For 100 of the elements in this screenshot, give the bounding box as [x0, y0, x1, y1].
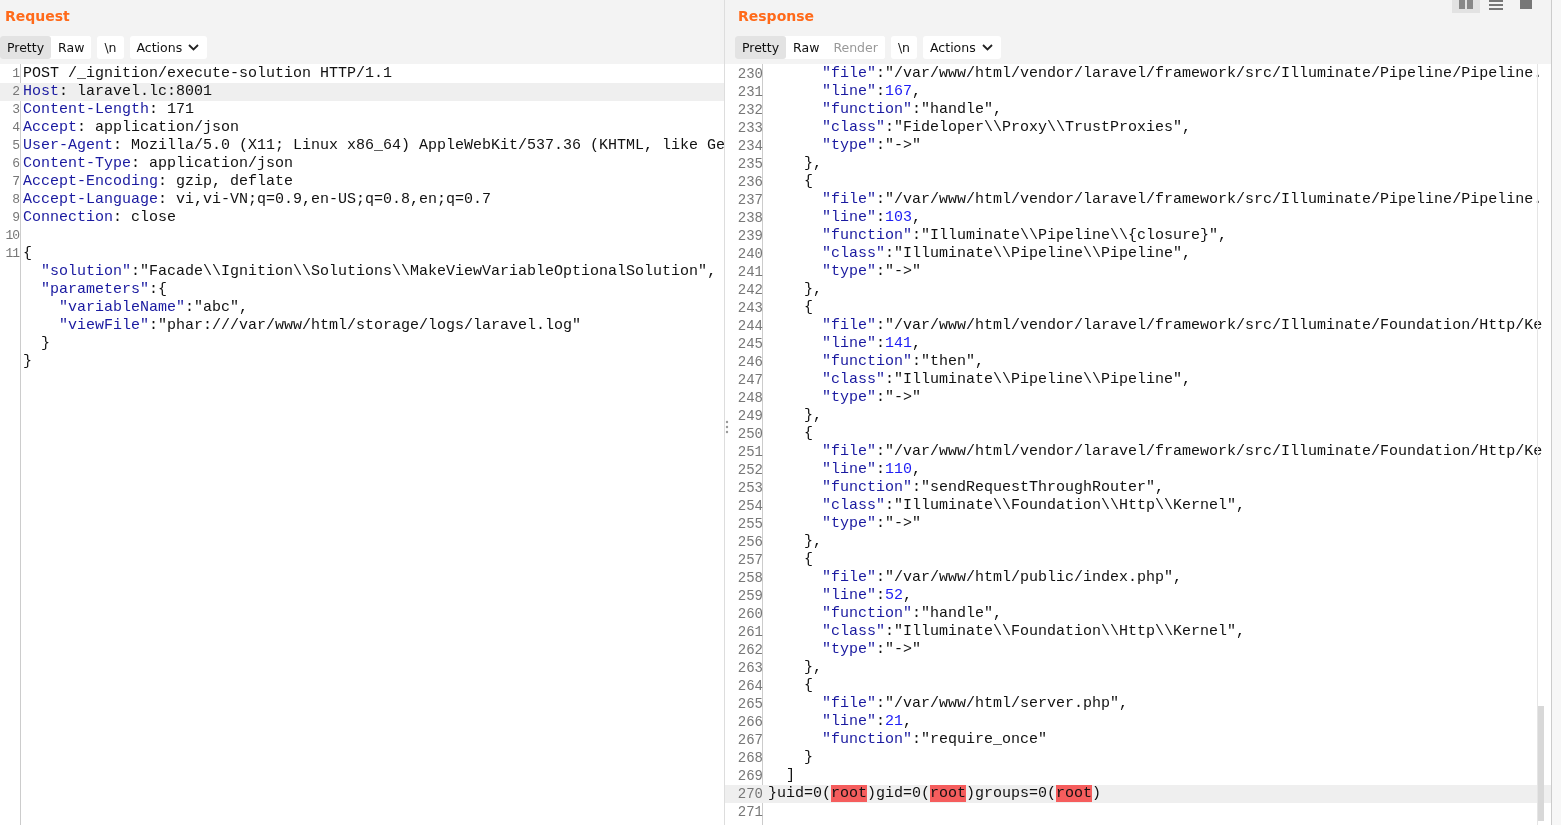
line-number: 255	[737, 516, 763, 532]
line-number: 269	[737, 768, 763, 784]
code-line: "type":"->"	[821, 137, 922, 155]
code-line: "solution":"Facade\\Ignition\\Solutions\\MakeViewVariableOptionalSolution",	[40, 263, 717, 281]
line-number: 237	[737, 192, 763, 208]
code-line: "type":"->"	[821, 515, 922, 533]
code-line: "line":21,	[821, 713, 913, 731]
code-line: }	[803, 749, 813, 767]
line-number: 244	[737, 318, 763, 334]
code-line: "line":167,	[821, 83, 922, 101]
pane-title: Response	[738, 8, 815, 24]
code-line: {	[803, 677, 813, 695]
line-number: 270	[737, 786, 763, 802]
chevron-down-icon	[188, 44, 200, 51]
code-line: "variableName":"abc",	[58, 299, 249, 317]
code-line: },	[803, 533, 822, 551]
line-number: 259	[737, 588, 763, 604]
line-number: 230	[737, 66, 763, 82]
code-line: "function":"handle",	[821, 605, 1003, 623]
line-number: 2	[12, 84, 19, 99]
line-number: 261	[737, 624, 763, 640]
code-line: "class":"Fideloper\\Proxy\\TrustProxies",	[821, 119, 1192, 137]
code-line: }	[23, 353, 32, 371]
code-line: "file":"/var/www/html/vendor/laravel/framework/src/Illuminate/Pipeline/Pipeline.	[821, 65, 1543, 83]
line-number: 9	[12, 210, 19, 225]
line-number: 10	[5, 228, 19, 243]
line-number: 263	[737, 660, 763, 676]
code-line: "function":"Illuminate\\Pipeline\\{closure}",	[821, 227, 1228, 245]
code-line: Accept-Language: vi,vi-VN;q=0.9,en-US;q=0.8,en;q=0.7	[23, 191, 492, 209]
line-number: 247	[737, 372, 763, 388]
actions-dropdown[interactable]: Actions	[129, 36, 208, 59]
code-line: "file":"/var/www/html/vendor/laravel/framework/src/Illuminate/Foundation/Http/Ke	[821, 443, 1543, 461]
code-line: "type":"->"	[821, 641, 922, 659]
split-view-icon[interactable]	[1452, 0, 1480, 13]
code-line: Content-Length: 171	[23, 101, 195, 119]
code-line: "function":"handle",	[821, 101, 1003, 119]
line-number: 233	[737, 120, 763, 136]
code-line: "file":"/var/www/html/public/index.php",	[821, 569, 1183, 587]
code-line: Accept-Encoding: gzip, deflate	[23, 173, 294, 191]
code-line: "line":103,	[821, 209, 922, 227]
code-line: {	[803, 299, 813, 317]
line-number: 248	[737, 390, 763, 406]
code-line: "file":"/var/www/html/server.php",	[821, 695, 1129, 713]
line-number: 250	[737, 426, 763, 442]
code-line: },	[803, 407, 822, 425]
line-number: 236	[737, 174, 763, 190]
line-number: 232	[737, 102, 763, 118]
line-number: 245	[737, 336, 763, 352]
line-number: 268	[737, 750, 763, 766]
line-number: 6	[12, 156, 19, 171]
code-line: "line":141,	[821, 335, 922, 353]
line-number: 5	[12, 138, 19, 153]
line-number: 260	[737, 606, 763, 622]
line-number: 11	[5, 246, 19, 261]
line-number: 251	[737, 444, 763, 460]
code-line: "function":"sendRequestThroughRouter",	[821, 479, 1165, 497]
view-tab[interactable]: Pretty	[0, 36, 52, 59]
line-number: 256	[737, 534, 763, 550]
code-line: "line":52,	[821, 587, 913, 605]
line-number: 243	[737, 300, 763, 316]
code-line: },	[803, 659, 822, 677]
code-line: },	[803, 281, 822, 299]
code-line: Content-Type: application/json	[23, 155, 294, 173]
code-line: {	[803, 173, 813, 191]
line-number: 264	[737, 678, 763, 694]
drag-handle-icon[interactable]	[725, 420, 729, 434]
line-number: 252	[737, 462, 763, 478]
code-line: "parameters":{	[40, 281, 168, 299]
code-line: User-Agent: Mozilla/5.0 (X11; Linux x86_64) AppleWebKit/537.36 (KHTML, like Ge	[23, 137, 726, 155]
code-line: Connection: close	[23, 209, 177, 227]
code-editor[interactable]	[0, 64, 724, 825]
line-number: 7	[12, 174, 19, 189]
line-number: 240	[737, 246, 763, 262]
line-number: 231	[737, 84, 763, 100]
line-number: 235	[737, 156, 763, 172]
line-number: 8	[12, 192, 19, 207]
line-number: 242	[737, 282, 763, 298]
line-number: 254	[737, 498, 763, 514]
actions-dropdown[interactable]: Actions	[923, 36, 1001, 59]
code-line: }uid=0(root)gid=0(root)groups=0(root)	[768, 785, 1102, 803]
line-number: 253	[737, 480, 763, 496]
view-tab[interactable]: Pretty	[735, 36, 787, 59]
code-line: {	[803, 551, 813, 569]
line-number: 3	[12, 102, 19, 117]
code-line: "file":"/var/www/html/vendor/laravel/framework/src/Illuminate/Pipeline/Pipeline.	[821, 191, 1543, 209]
code-line: "class":"Illuminate\\Pipeline\\Pipeline",	[821, 371, 1192, 389]
code-line: "file":"/var/www/html/vendor/laravel/framework/src/Illuminate/Foundation/Http/Ke	[821, 317, 1543, 335]
code-editor[interactable]	[725, 64, 1551, 825]
code-line: "class":"Illuminate\\Pipeline\\Pipeline",	[821, 245, 1192, 263]
code-line: "type":"->"	[821, 263, 922, 281]
code-line: Host: laravel.lc:8001	[23, 83, 213, 101]
code-line: Accept: application/json	[23, 119, 240, 137]
newline-toggle-button[interactable]: \n	[890, 36, 918, 59]
code-line: "line":110,	[821, 461, 922, 479]
code-line: {	[803, 425, 813, 443]
newline-toggle-button[interactable]: \n	[97, 36, 124, 59]
line-number: 267	[737, 732, 763, 748]
line-number: 257	[737, 552, 763, 568]
line-number: 239	[737, 228, 763, 244]
chevron-down-icon	[981, 44, 993, 51]
